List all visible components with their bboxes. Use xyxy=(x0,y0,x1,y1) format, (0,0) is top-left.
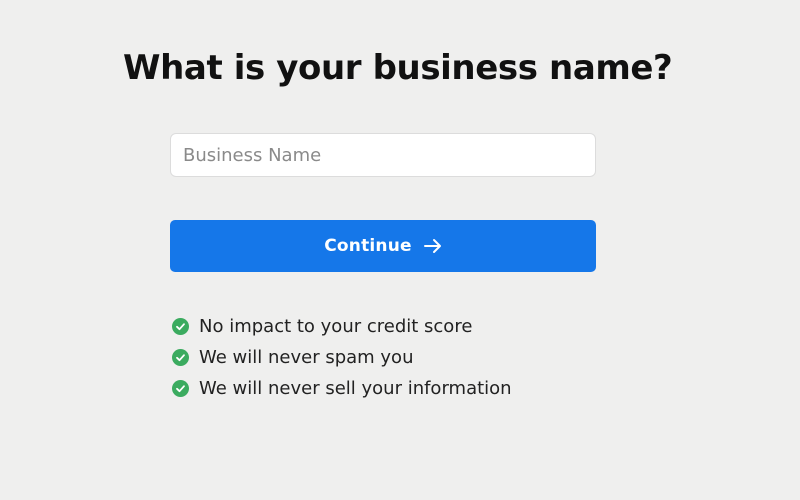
check-circle-icon xyxy=(172,380,189,397)
business-name-field-wrapper xyxy=(170,133,596,177)
arrow-right-icon xyxy=(423,238,442,254)
benefit-text: We will never spam you xyxy=(199,347,414,368)
continue-button[interactable]: Continue xyxy=(170,220,596,272)
benefit-item: We will never spam you xyxy=(172,342,512,373)
continue-button-label: Continue xyxy=(324,236,412,256)
benefit-text: No impact to your credit score xyxy=(199,316,473,337)
business-name-input[interactable] xyxy=(170,133,596,177)
benefits-list: No impact to your credit score We will n… xyxy=(172,311,512,404)
benefit-item: We will never sell your information xyxy=(172,373,512,404)
page-title: What is your business name? xyxy=(123,48,673,88)
benefit-text: We will never sell your information xyxy=(199,378,512,399)
benefit-item: No impact to your credit score xyxy=(172,311,512,342)
check-circle-icon xyxy=(172,318,189,335)
check-circle-icon xyxy=(172,349,189,366)
